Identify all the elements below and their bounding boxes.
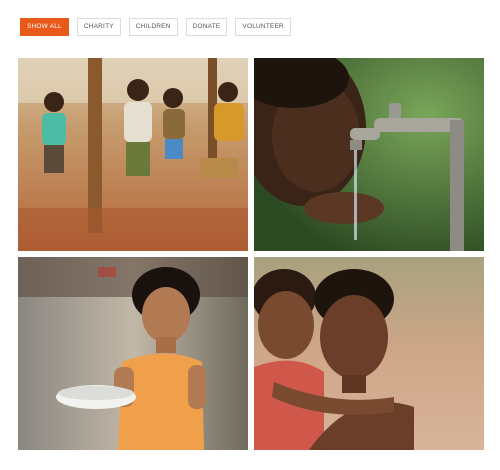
filter-children-button[interactable]: CHILDREN bbox=[128, 18, 178, 36]
filter-donate-button[interactable]: DONATE bbox=[185, 18, 228, 36]
gallery-photo-two-children[interactable] bbox=[254, 257, 484, 450]
gallery-photo-girl-with-bowl[interactable] bbox=[18, 257, 248, 450]
photo-gallery-grid bbox=[18, 58, 484, 450]
gallery-photo-children-group[interactable] bbox=[18, 58, 248, 251]
filter-volunteer-button[interactable]: VOLUNTEER bbox=[235, 18, 291, 36]
filter-charity-button[interactable]: CHARITY bbox=[76, 18, 121, 36]
children-group-image bbox=[18, 58, 248, 251]
filter-show-all-button[interactable]: SHOW ALL bbox=[20, 18, 69, 36]
two-children-image bbox=[254, 257, 484, 450]
child-drinking-image bbox=[254, 58, 484, 251]
portfolio-filter-bar: SHOW ALL CHARITY CHILDREN DONATE VOLUNTE… bbox=[20, 18, 291, 36]
girl-with-bowl-image bbox=[18, 257, 248, 450]
gallery-photo-child-drinking[interactable] bbox=[254, 58, 484, 251]
